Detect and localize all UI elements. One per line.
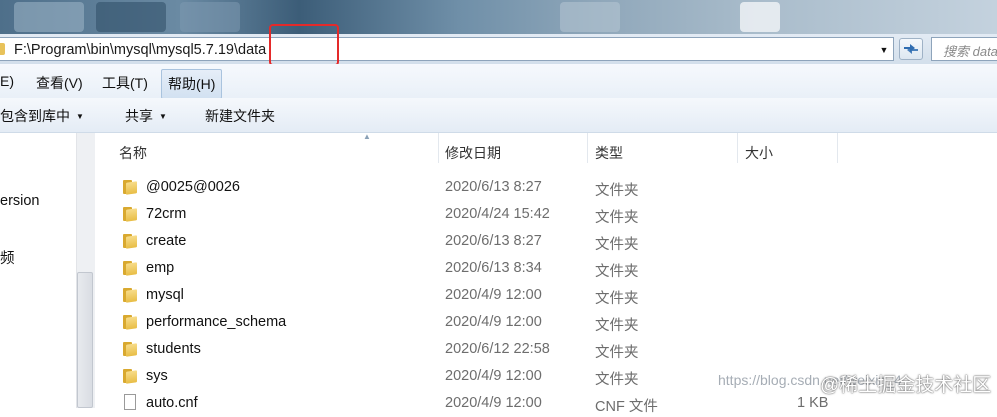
folder-icon xyxy=(122,178,138,195)
search-input[interactable]: 搜索 data xyxy=(931,37,997,61)
desktop-background-strip xyxy=(0,0,997,34)
sort-arrow-icon: ▲ xyxy=(363,132,371,141)
file-date: 2020/4/24 15:42 xyxy=(445,206,550,222)
file-date: 2020/6/13 8:34 xyxy=(445,260,542,276)
desktop-icon-blur xyxy=(560,2,620,32)
folder-icon xyxy=(122,259,138,276)
address-bar-row: F:\Program\bin\mysql\mysql5.7.19\data ▼ … xyxy=(0,34,997,64)
file-name: performance_schema xyxy=(146,314,287,330)
desktop-icon-blur xyxy=(180,2,240,32)
address-path[interactable]: F:\Program\bin\mysql\mysql5.7.19\data xyxy=(14,42,266,58)
file-row[interactable]: emp 2020/6/13 8:34 文件夹 xyxy=(95,255,997,282)
folder-icon xyxy=(0,43,5,55)
column-divider[interactable] xyxy=(438,133,439,163)
file-name: @0025@0026 xyxy=(146,179,240,195)
column-headers: ▲ 名称 修改日期 类型 大小 xyxy=(95,132,997,167)
column-divider[interactable] xyxy=(587,133,588,163)
share-label: 共享 xyxy=(125,108,153,124)
desktop-icon-blur xyxy=(740,2,780,32)
folder-icon xyxy=(122,340,138,357)
juejin-watermark: @稀土掘金技术社区 xyxy=(820,375,992,396)
file-date: 2020/4/9 12:00 xyxy=(445,368,542,384)
file-date: 2020/4/9 12:00 xyxy=(445,395,542,411)
file-name: mysql xyxy=(146,287,184,303)
column-header-date[interactable]: 修改日期 xyxy=(445,143,501,163)
desktop-icon-blur xyxy=(14,2,84,32)
menu-edit[interactable]: E) xyxy=(0,73,14,89)
menu-tools[interactable]: 工具(T) xyxy=(102,73,148,93)
folder-icon xyxy=(122,232,138,249)
folder-icon xyxy=(122,367,138,384)
chevron-down-icon: ▼ xyxy=(76,112,84,121)
file-type: 文件夹 xyxy=(595,183,639,199)
include-in-library-label: 包含到库中 xyxy=(0,108,70,124)
column-divider[interactable] xyxy=(737,133,738,163)
column-header-name[interactable]: 名称 xyxy=(119,143,147,163)
file-row[interactable]: create 2020/6/13 8:27 文件夹 xyxy=(95,228,997,255)
column-header-size[interactable]: 大小 xyxy=(745,143,773,163)
menu-help[interactable]: 帮助(H) xyxy=(161,69,223,99)
file-date: 2020/6/12 22:58 xyxy=(445,341,550,357)
file-date: 2020/6/13 8:27 xyxy=(445,179,542,195)
file-date: 2020/6/13 8:27 xyxy=(445,233,542,249)
file-type: 文件夹 xyxy=(595,291,639,307)
file-name: emp xyxy=(146,260,175,276)
file-type: 文件夹 xyxy=(595,237,639,253)
nav-item[interactable]: 频 xyxy=(0,247,15,268)
highlight-box-annotation xyxy=(269,24,339,66)
refresh-button[interactable] xyxy=(899,38,923,60)
file-row[interactable]: performance_schema 2020/4/9 12:00 文件夹 xyxy=(95,309,997,336)
folder-icon xyxy=(122,286,138,303)
address-input[interactable]: F:\Program\bin\mysql\mysql5.7.19\data ▼ xyxy=(0,37,894,61)
file-row[interactable]: students 2020/6/12 22:58 文件夹 xyxy=(95,336,997,363)
file-type: 文件夹 xyxy=(595,210,639,226)
desktop-icon-blur xyxy=(96,2,166,32)
folder-icon xyxy=(122,205,138,222)
file-size: 1 KB xyxy=(797,395,829,411)
refresh-icon xyxy=(904,44,918,54)
chevron-down-icon: ▼ xyxy=(159,112,167,121)
file-type: 文件夹 xyxy=(595,372,639,388)
file-name: auto.cnf xyxy=(146,395,198,411)
file-row[interactable]: 72crm 2020/4/24 15:42 文件夹 xyxy=(95,201,997,228)
file-row[interactable]: mysql 2020/4/9 12:00 文件夹 xyxy=(95,282,997,309)
menu-view[interactable]: 查看(V) xyxy=(36,73,83,93)
file-name: 72crm xyxy=(146,206,187,222)
share-button[interactable]: 共享 ▼ xyxy=(125,106,167,126)
nav-scrollbar-thumb[interactable] xyxy=(77,272,93,408)
file-type: 文件夹 xyxy=(595,264,639,280)
file-row[interactable]: @0025@0026 2020/6/13 8:27 文件夹 xyxy=(95,174,997,201)
folder-icon xyxy=(122,313,138,330)
command-toolbar: 包含到库中 ▼ 共享 ▼ 新建文件夹 xyxy=(0,98,997,133)
new-folder-button[interactable]: 新建文件夹 xyxy=(205,106,275,126)
nav-item[interactable]: ersion xyxy=(0,193,40,209)
column-divider[interactable] xyxy=(837,133,838,163)
file-date: 2020/4/9 12:00 xyxy=(445,287,542,303)
menu-bar: E) 查看(V) 工具(T) 帮助(H) xyxy=(0,64,997,99)
file-type: 文件夹 xyxy=(595,345,639,361)
file-date: 2020/4/9 12:00 xyxy=(445,314,542,330)
navigation-pane: ersion 频 xyxy=(0,133,76,408)
file-name: students xyxy=(146,341,201,357)
chevron-down-icon[interactable]: ▼ xyxy=(877,43,891,57)
file-name: create xyxy=(146,233,187,249)
column-header-type[interactable]: 类型 xyxy=(595,143,623,163)
file-name: sys xyxy=(146,368,168,384)
file-type: 文件夹 xyxy=(595,318,639,334)
include-in-library-button[interactable]: 包含到库中 ▼ xyxy=(0,106,84,126)
file-type: CNF 文件 xyxy=(595,399,658,415)
